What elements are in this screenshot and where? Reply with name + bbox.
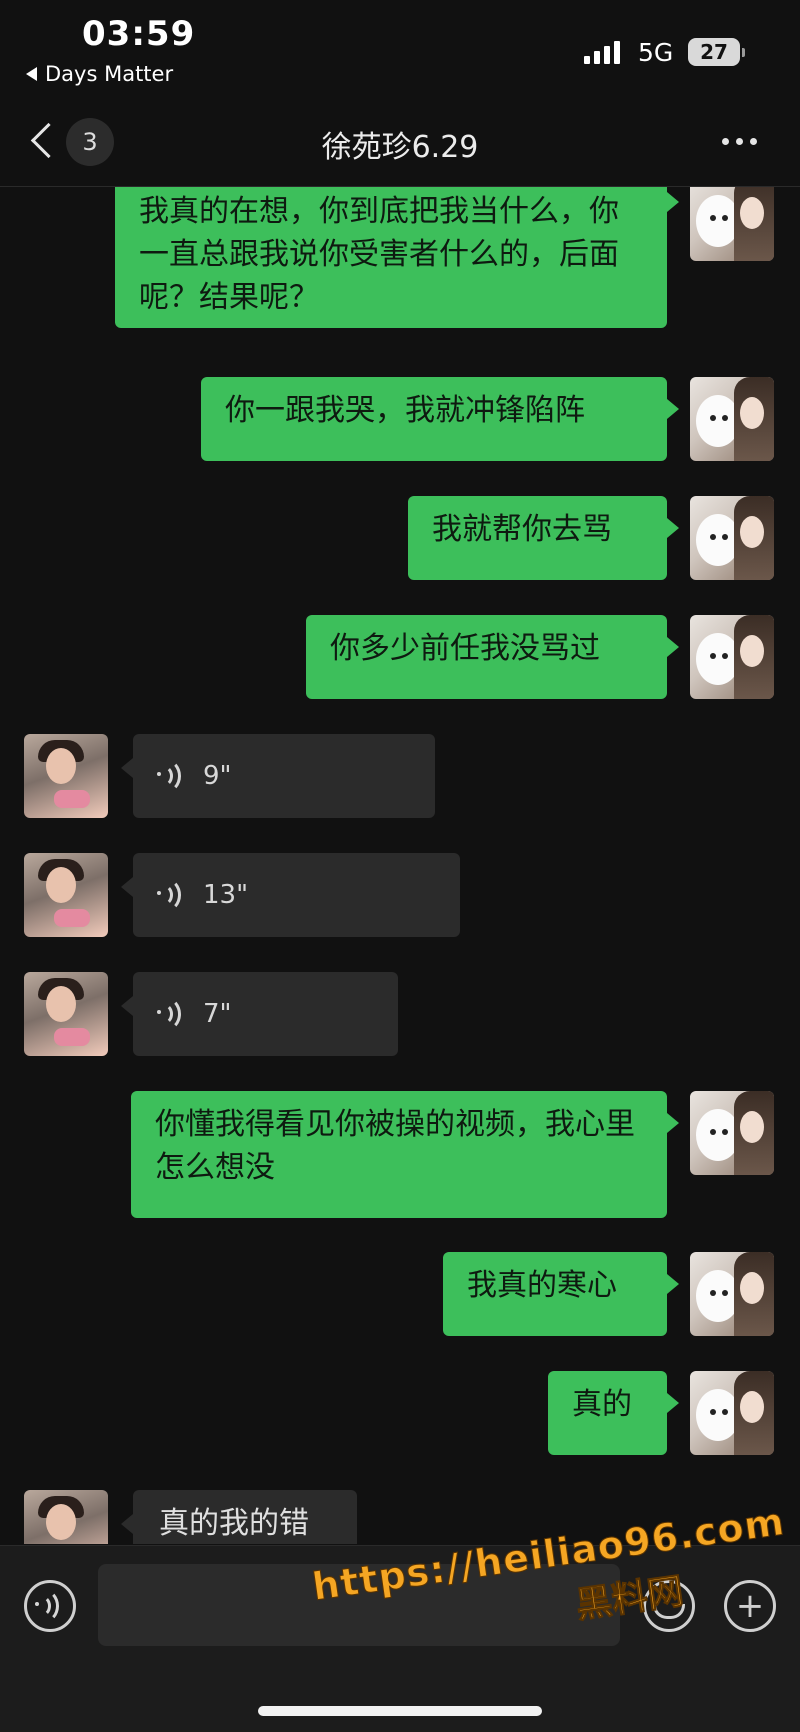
voice-message-bubble[interactable]: 9" [121, 734, 435, 818]
voice-message-bubble[interactable]: 7" [121, 972, 398, 1056]
message-bubble-sent[interactable]: 你多少前任我没骂过 [306, 615, 679, 699]
contact-avatar[interactable] [24, 1490, 108, 1544]
my-avatar[interactable] [690, 1091, 774, 1175]
unread-badge[interactable]: 3 [66, 118, 114, 166]
my-avatar[interactable] [690, 187, 774, 261]
more-options-icon[interactable] [722, 138, 757, 145]
message-list[interactable]: 我真的在想，你到底把我当什么，你一直总跟我说你受害者什么的，后面呢？结果呢？ 你… [0, 187, 800, 1544]
message-bubble-sent[interactable]: 我真的寒心 [443, 1252, 679, 1336]
chat-header: 3 徐苑珍6.29 [0, 110, 800, 187]
voice-duration: 13" [203, 879, 249, 910]
back-app-label: Days Matter [45, 62, 174, 86]
my-avatar[interactable] [690, 1252, 774, 1336]
voice-toggle-icon[interactable] [24, 1580, 76, 1632]
signal-icon [584, 40, 620, 64]
voice-message-bubble[interactable]: 13" [121, 853, 460, 937]
contact-avatar[interactable] [24, 972, 108, 1056]
message-bubble-sent[interactable]: 你懂我得看见你被操的视频，我心里怎么想没 [131, 1091, 679, 1218]
voice-wave-icon [157, 997, 185, 1031]
chat-title: 徐苑珍6.29 [321, 130, 479, 165]
back-triangle-icon [26, 67, 37, 81]
network-type: 5G [638, 38, 674, 67]
voice-wave-icon [157, 759, 185, 793]
my-avatar[interactable] [690, 615, 774, 699]
status-bar: 03:59 Days Matter 5G 27 [0, 0, 800, 110]
message-bubble-sent[interactable]: 我真的在想，你到底把我当什么，你一直总跟我说你受害者什么的，后面呢？结果呢？ [115, 187, 679, 328]
message-bubble-received[interactable]: 真的我的错 [121, 1490, 357, 1544]
message-bubble-sent[interactable]: 你一跟我哭，我就冲锋陷阵 [201, 377, 679, 461]
contact-avatar[interactable] [24, 734, 108, 818]
status-time: 03:59 [82, 14, 196, 54]
voice-duration: 9" [203, 760, 232, 791]
home-indicator[interactable] [258, 1706, 542, 1716]
message-bubble-sent[interactable]: 我就帮你去骂 [408, 496, 679, 580]
my-avatar[interactable] [690, 377, 774, 461]
contact-avatar[interactable] [24, 853, 108, 937]
my-avatar[interactable] [690, 496, 774, 580]
back-to-app-link[interactable]: Days Matter [26, 62, 173, 86]
voice-wave-icon [157, 878, 185, 912]
battery-icon: 27 [688, 38, 745, 66]
voice-duration: 7" [203, 998, 232, 1029]
my-avatar[interactable] [690, 1371, 774, 1455]
message-bubble-sent[interactable]: 真的 [548, 1371, 679, 1455]
back-chevron-icon[interactable] [30, 122, 67, 159]
